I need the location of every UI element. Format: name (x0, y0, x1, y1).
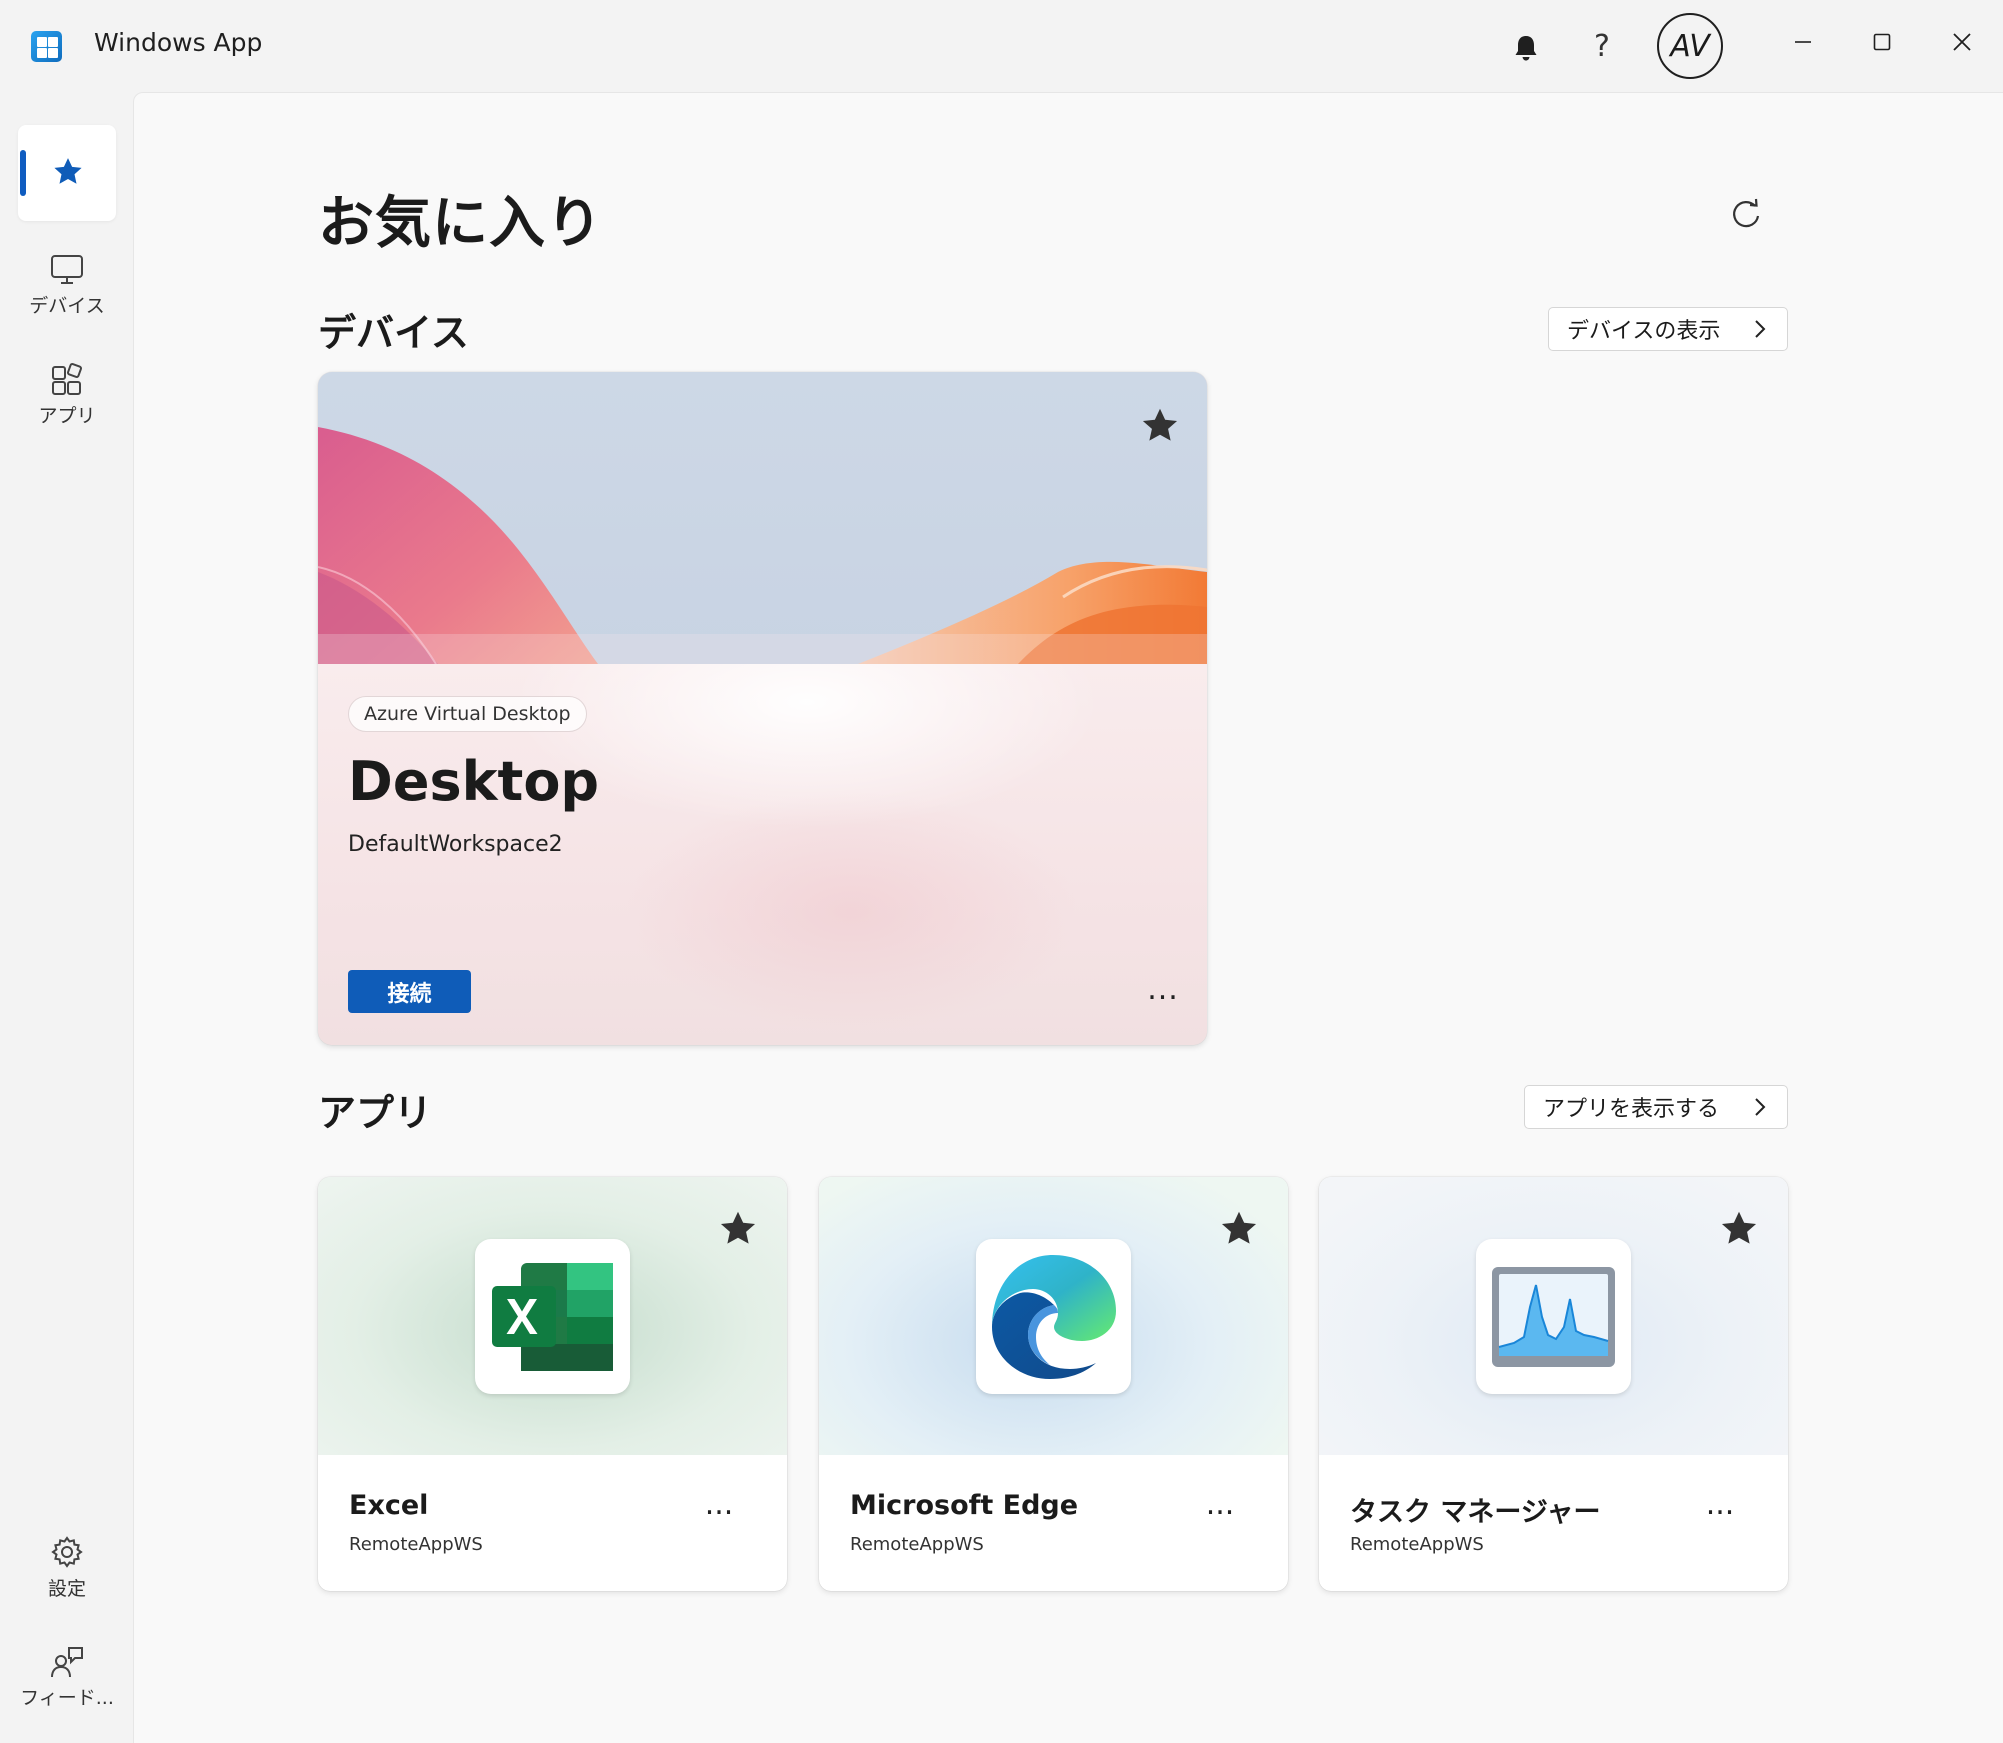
refresh-button[interactable] (1728, 196, 1764, 232)
app-name: Microsoft Edge (850, 1490, 1079, 1521)
app-workspace: RemoteAppWS (349, 1534, 483, 1555)
feedback-icon (51, 1647, 83, 1678)
chevron-right-icon (1755, 320, 1766, 338)
sidebar-item-label: アプリ (38, 405, 96, 427)
app-tile (976, 1239, 1131, 1394)
more-options-button[interactable]: ... (1195, 1487, 1245, 1527)
star-icon (1721, 1211, 1757, 1244)
unfavorite-button[interactable] (1138, 404, 1182, 448)
help-button[interactable]: ? (1582, 26, 1622, 66)
avatar[interactable]: AV (1657, 13, 1723, 79)
minimize-button[interactable] (1783, 22, 1823, 62)
maximize-button[interactable] (1862, 22, 1902, 62)
sidebar-item-settings[interactable]: 設定 (18, 1534, 116, 1601)
star-icon (54, 158, 82, 184)
apps-icon (52, 363, 82, 395)
device-type-badge: Azure Virtual Desktop (348, 696, 587, 732)
selection-indicator (20, 150, 26, 196)
show-devices-button[interactable]: デバイスの表示 (1548, 307, 1788, 351)
show-devices-label: デバイスの表示 (1567, 319, 1721, 344)
app-workspace: RemoteAppWS (1350, 1534, 1484, 1555)
window-title: Windows App (94, 28, 263, 57)
excel-icon (492, 1263, 613, 1371)
device-name: Desktop (348, 750, 600, 813)
star-icon (1142, 408, 1178, 441)
star-icon (1221, 1211, 1257, 1244)
more-options-button[interactable]: ... (1138, 972, 1188, 1012)
refresh-icon (1733, 198, 1760, 228)
gear-icon (51, 1536, 83, 1568)
app-tile (1476, 1239, 1631, 1394)
sidebar-item-apps[interactable]: アプリ (18, 363, 116, 428)
sidebar-item-label: デバイス (29, 295, 105, 317)
edge-icon (992, 1255, 1116, 1379)
sidebar-item-devices[interactable]: デバイス (18, 253, 116, 318)
workspace-name: DefaultWorkspace2 (348, 832, 563, 857)
unfavorite-button[interactable] (1717, 1207, 1761, 1251)
app-card-task-manager[interactable]: タスク マネージャー RemoteAppWS ... (1319, 1177, 1788, 1591)
unfavorite-button[interactable] (1217, 1207, 1261, 1251)
close-button[interactable] (1942, 22, 1982, 62)
page-title: お気に入り (318, 191, 603, 256)
show-apps-button[interactable]: アプリを表示する (1524, 1085, 1788, 1129)
close-icon (1953, 33, 1971, 51)
app-name: Excel (349, 1490, 429, 1521)
chevron-right-icon (1755, 1098, 1766, 1116)
desktop-wallpaper-image (318, 372, 1207, 664)
unfavorite-button[interactable] (716, 1207, 760, 1251)
monitor-icon (51, 255, 83, 284)
task-manager-icon (1492, 1267, 1615, 1367)
notifications-button[interactable] (1506, 28, 1546, 68)
maximize-icon (1873, 33, 1891, 51)
apps-section-heading: アプリ (318, 1091, 433, 1135)
app-name: タスク マネージャー (1350, 1497, 1601, 1528)
sidebar-item-favorites[interactable] (18, 125, 116, 221)
app-card-excel[interactable]: Excel RemoteAppWS ... (318, 1177, 787, 1591)
app-tile (475, 1239, 630, 1394)
more-options-button[interactable]: ... (1695, 1487, 1745, 1527)
app-card-microsoft-edge[interactable]: Microsoft Edge RemoteAppWS ... (819, 1177, 1288, 1591)
app-workspace: RemoteAppWS (850, 1534, 984, 1555)
desktop-card[interactable]: Azure Virtual Desktop Desktop DefaultWor… (318, 372, 1207, 1045)
sidebar-item-label: 設定 (47, 1578, 86, 1600)
star-icon (720, 1211, 756, 1244)
devices-section-heading: デバイス (318, 311, 469, 355)
windows-app-logo-icon (31, 31, 62, 62)
sidebar-item-label: フィード... (20, 1687, 114, 1709)
bell-icon (1515, 36, 1537, 61)
sidebar-item-feedback[interactable]: フィード... (18, 1645, 116, 1710)
show-apps-label: アプリを表示する (1543, 1097, 1720, 1122)
minimize-icon (1795, 41, 1811, 43)
connect-button[interactable]: 接続 (348, 970, 471, 1013)
more-options-button[interactable]: ... (694, 1487, 744, 1527)
